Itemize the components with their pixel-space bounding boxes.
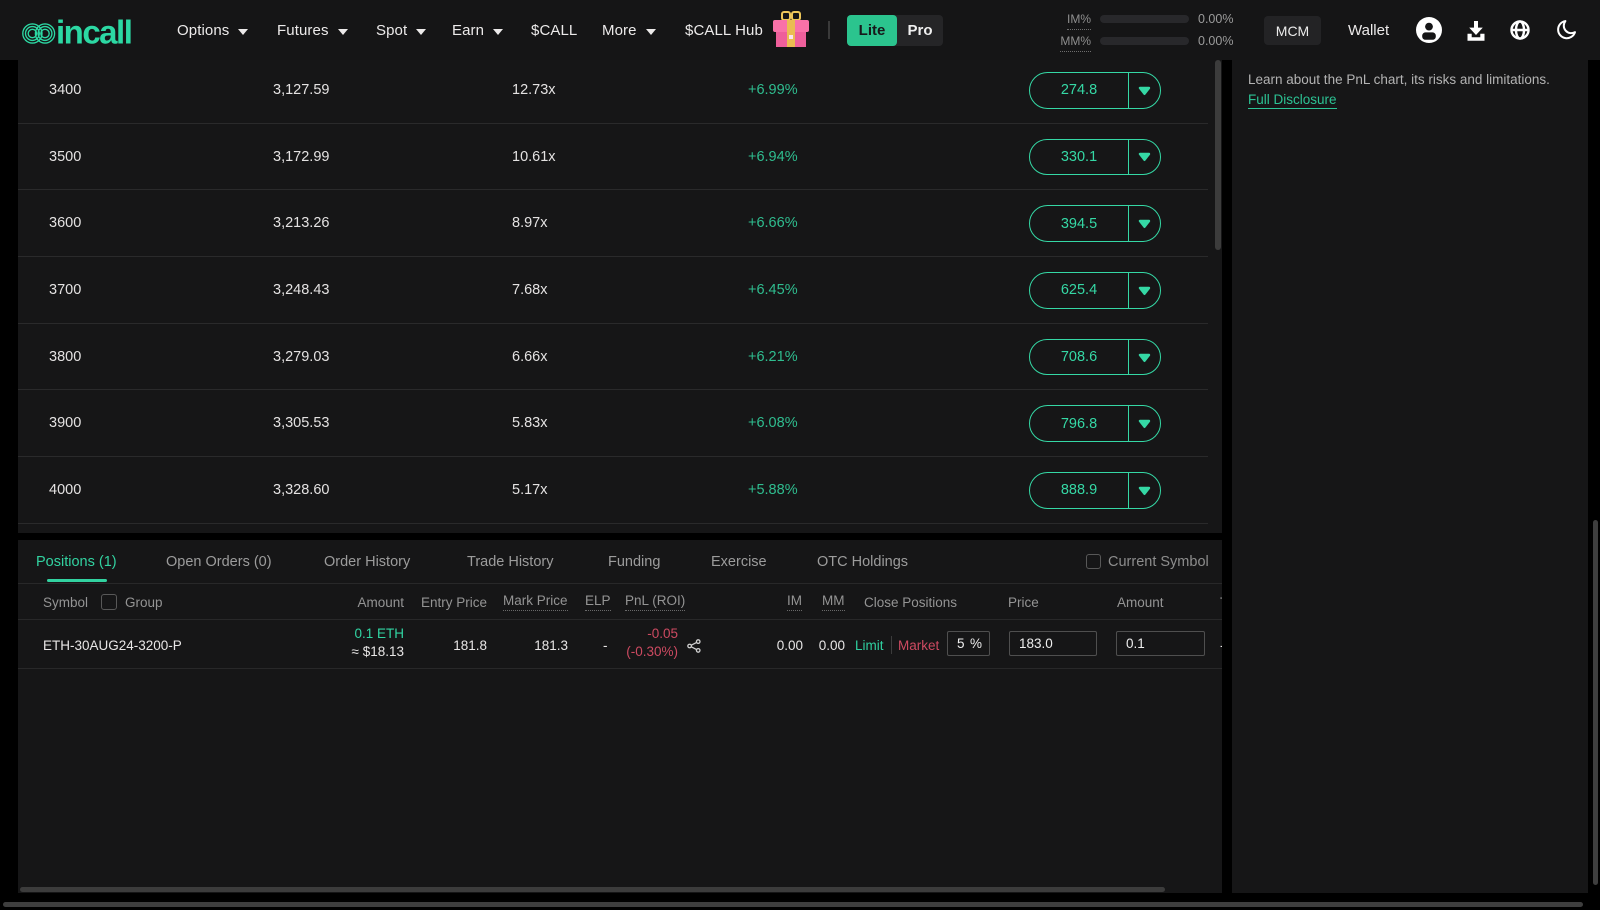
svg-text:incall: incall	[56, 14, 131, 50]
